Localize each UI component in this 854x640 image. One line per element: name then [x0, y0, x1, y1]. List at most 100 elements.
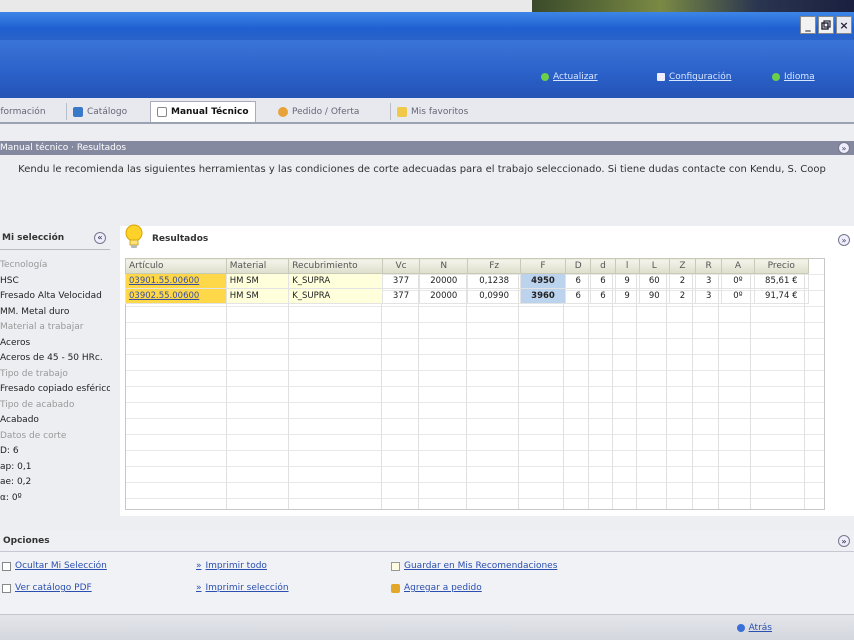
my-selection-panel: Mi selección « Tecnología HSC Fresado Alta… [0, 226, 110, 526]
column-header[interactable]: L [638, 258, 670, 274]
link-label: Actualizar [553, 72, 598, 82]
window-controls: _ × [800, 16, 852, 34]
idioma-link[interactable]: Idioma [772, 72, 815, 82]
column-header[interactable]: Vc [381, 258, 421, 274]
results-panel: Resultados » Artículo Material Recubrimien… [120, 224, 854, 516]
article-link[interactable]: 03901.55.00600 [125, 273, 227, 289]
close-button[interactable]: × [836, 16, 852, 34]
catalog-icon [73, 106, 83, 117]
column-header[interactable]: Z [668, 258, 697, 274]
double-chevron-icon: » [841, 143, 847, 153]
tab-manual-tecnico[interactable]: Manual Técnico [150, 101, 256, 122]
results-collapse-button[interactable]: » [838, 234, 850, 246]
main-tabs: Información Catálogo Manual Técnico Pedi… [0, 98, 854, 124]
options-title: Opciones [3, 535, 50, 546]
breadcrumb-text: Manual técnico · Resultados [0, 143, 127, 153]
column-header[interactable]: Precio [753, 258, 810, 274]
column-header[interactable]: Fz [467, 258, 521, 274]
link-label: Ver catálogo PDF [15, 583, 92, 593]
article-link[interactable]: 03902.55.00600 [125, 288, 227, 304]
options-panel: Opciones » Ocultar Mi Selección Ver catá… [0, 530, 854, 614]
table-cell: 2 [668, 273, 697, 289]
column-header[interactable]: d [590, 258, 616, 274]
table-cell: 3 [695, 288, 723, 304]
back-link[interactable]: Atrás [736, 623, 772, 633]
column-header[interactable]: A [721, 258, 755, 274]
options-collapse-button[interactable]: » [838, 535, 850, 547]
table-cell: HM SM [225, 288, 290, 304]
breadcrumb: Manual técnico · Resultados » [0, 141, 854, 155]
document-icon [157, 107, 167, 117]
table-row[interactable]: 03902.55.00600 HM SM K_SUPRA 377 20000 0,0990… [125, 288, 810, 304]
table-cell: 377 [381, 273, 421, 289]
tab-pedido-oferta[interactable]: Pedido / Oferta [272, 103, 365, 120]
add-to-order-link[interactable]: Agregar a pedido [391, 583, 482, 593]
table-cell: 6 [565, 288, 592, 304]
background-image [532, 0, 854, 12]
back-icon [736, 624, 745, 632]
column-header[interactable]: D [565, 258, 592, 274]
green-dot-icon [541, 73, 549, 81]
table-cell: 6 [565, 273, 592, 289]
table-cell: 3 [695, 273, 723, 289]
my-selection-title: Mi selección [2, 232, 65, 243]
selection-category: Material a trabajar [0, 322, 84, 332]
table-cell: 377 [381, 288, 421, 304]
selection-value: HSC [0, 275, 19, 286]
pdf-catalog-link[interactable]: Ver catálogo PDF [2, 583, 92, 593]
tab-label: Mis favoritos [411, 106, 469, 117]
table-cell: K_SUPRA [288, 273, 383, 289]
table-cell: 85,61 € [753, 273, 810, 289]
column-header[interactable]: Artículo [125, 258, 227, 274]
options-header: Opciones » [0, 530, 854, 552]
tab-label: Pedido / Oferta [292, 106, 360, 117]
selection-value: Fresado Alta Velocidad [0, 291, 102, 301]
hide-selection-link[interactable]: Ocultar Mi Selección [2, 561, 107, 571]
arrow-icon: » [196, 583, 202, 593]
tab-catalogo[interactable]: Catálogo [66, 103, 133, 120]
table-cell: K_SUPRA [288, 288, 383, 304]
actualizar-link[interactable]: Actualizar [541, 72, 598, 82]
configuracion-link[interactable]: Configuración [657, 72, 731, 82]
table-cell: 0º [721, 273, 755, 289]
table-cell: 0,0990 [467, 288, 521, 304]
table-cell: 0º [721, 288, 755, 304]
collapse-button[interactable]: » [838, 142, 850, 154]
table-cell: 20000 [419, 273, 469, 289]
save-recommendations-link[interactable]: Guardar en Mis Recomendaciones [391, 561, 557, 571]
restore-button[interactable] [818, 16, 834, 34]
order-icon [278, 106, 288, 117]
tab-mis-favoritos[interactable]: Mis favoritos [390, 103, 474, 120]
column-header[interactable]: R [695, 258, 723, 274]
table-cell: 9 [614, 288, 640, 304]
link-label: Imprimir todo [205, 561, 267, 571]
table-cell: HM SM [225, 273, 290, 289]
table-cell: 2 [668, 288, 697, 304]
my-selection-collapse-button[interactable]: « [94, 231, 106, 244]
column-header[interactable]: N [419, 258, 469, 274]
table-row[interactable]: 03901.55.00600 HM SM K_SUPRA 377 20000 0,1238… [125, 273, 810, 289]
restore-icon [821, 20, 831, 30]
minimize-button[interactable]: _ [800, 16, 816, 34]
page-icon [2, 561, 11, 571]
results-header: Resultados » [120, 224, 854, 254]
results-title: Resultados [152, 234, 209, 244]
tab-label: Catálogo [87, 106, 128, 117]
print-all-link[interactable]: » Imprimir todo [196, 561, 267, 571]
column-header[interactable]: Material [225, 258, 290, 274]
header-links: Actualizar Configuración Idioma [0, 72, 854, 88]
my-selection-list: Tecnología HSC Fresado Alta Velocidad MM. M… [0, 250, 110, 506]
table-cell: 20000 [419, 288, 469, 304]
tab-label: Manual Técnico [171, 107, 249, 117]
selection-value: Acabado [0, 415, 39, 425]
selection-value: Aceros de 45 - 50 HRc. [0, 353, 103, 363]
column-header[interactable]: Recubrimiento [288, 258, 383, 274]
column-header[interactable]: F [519, 258, 567, 274]
tab-informacion[interactable]: Información [0, 103, 52, 120]
folder-icon [397, 106, 407, 117]
selection-value: Fresado copiado esférico [0, 384, 110, 394]
print-selection-link[interactable]: » Imprimir selección [196, 583, 289, 593]
note-icon [391, 561, 400, 571]
link-label: Configuración [669, 72, 732, 82]
column-header[interactable]: l [614, 258, 640, 274]
